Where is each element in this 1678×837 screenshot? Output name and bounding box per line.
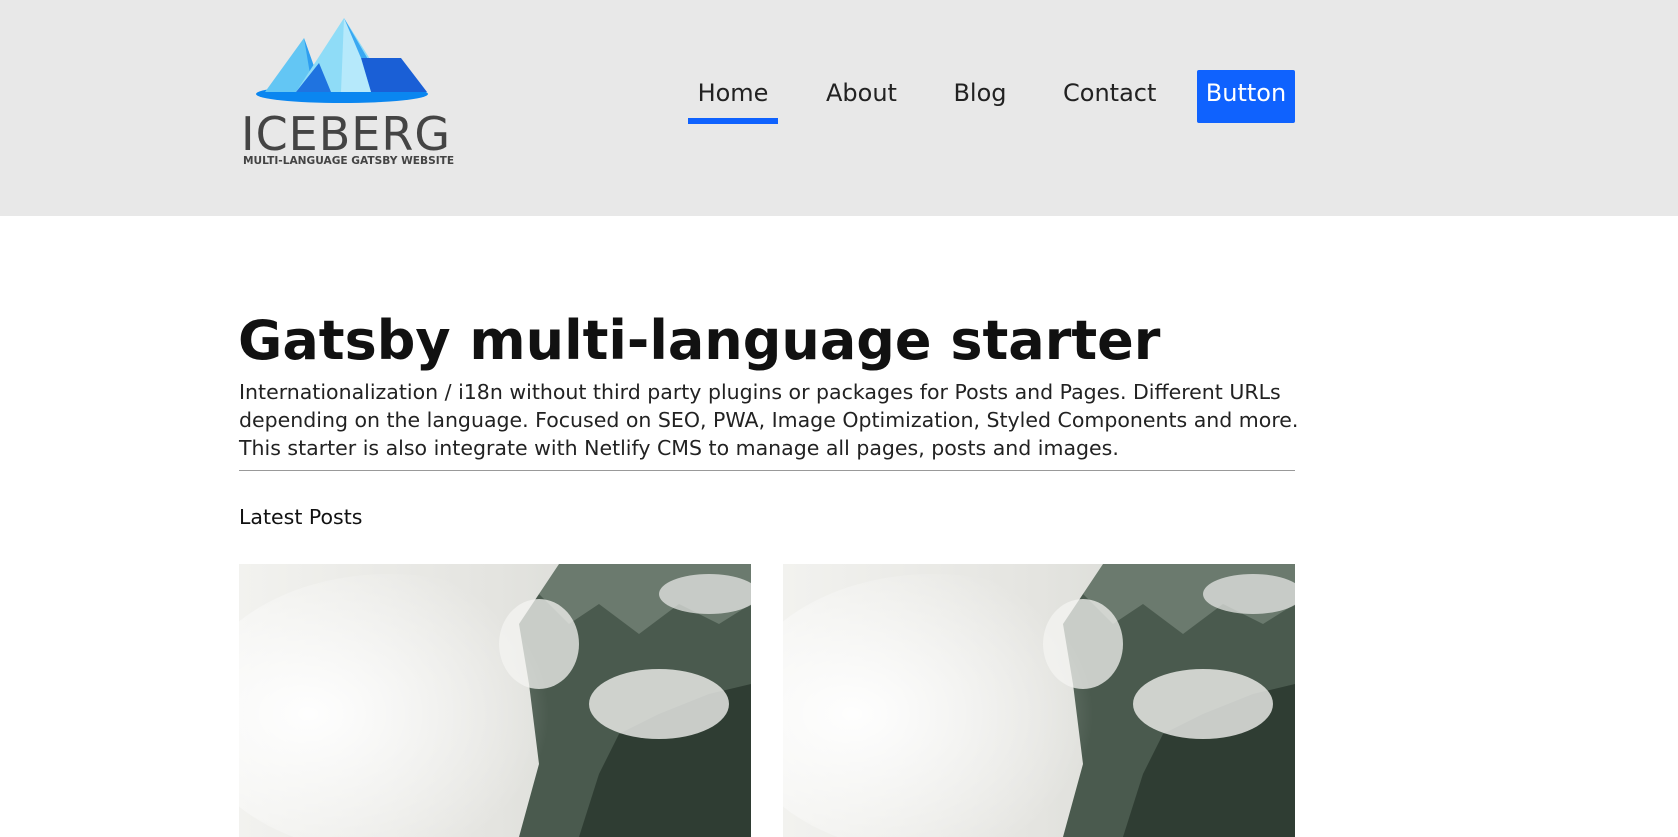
iceberg-logo[interactable]: ICEBERG MULTI-LANGUAGE GATSBY WEBSITE	[241, 18, 455, 168]
brand-tagline: MULTI-LANGUAGE GATSBY WEBSITE	[243, 155, 455, 167]
latest-posts-heading: Latest Posts	[239, 505, 363, 529]
page-description: Internationalization / i18n without thir…	[239, 379, 1299, 460]
nav-home[interactable]: Home	[688, 70, 778, 124]
iceberg-logo-icon	[256, 18, 428, 103]
brand-name: ICEBERG	[241, 107, 451, 161]
nav-contact[interactable]: Contact	[1063, 70, 1156, 124]
site-header: ICEBERG MULTI-LANGUAGE GATSBY WEBSITE Ho…	[0, 0, 1678, 216]
nav-about[interactable]: About	[826, 70, 897, 124]
page-title: Gatsby multi-language starter	[238, 309, 1161, 373]
header-cta-button[interactable]: Button	[1197, 70, 1295, 123]
section-divider	[239, 470, 1295, 471]
post-card[interactable]	[239, 564, 751, 837]
post-thumbnail-image	[239, 564, 751, 837]
nav-blog[interactable]: Blog	[953, 70, 1007, 124]
post-thumbnail-image	[783, 564, 1295, 837]
post-card[interactable]	[783, 564, 1295, 837]
